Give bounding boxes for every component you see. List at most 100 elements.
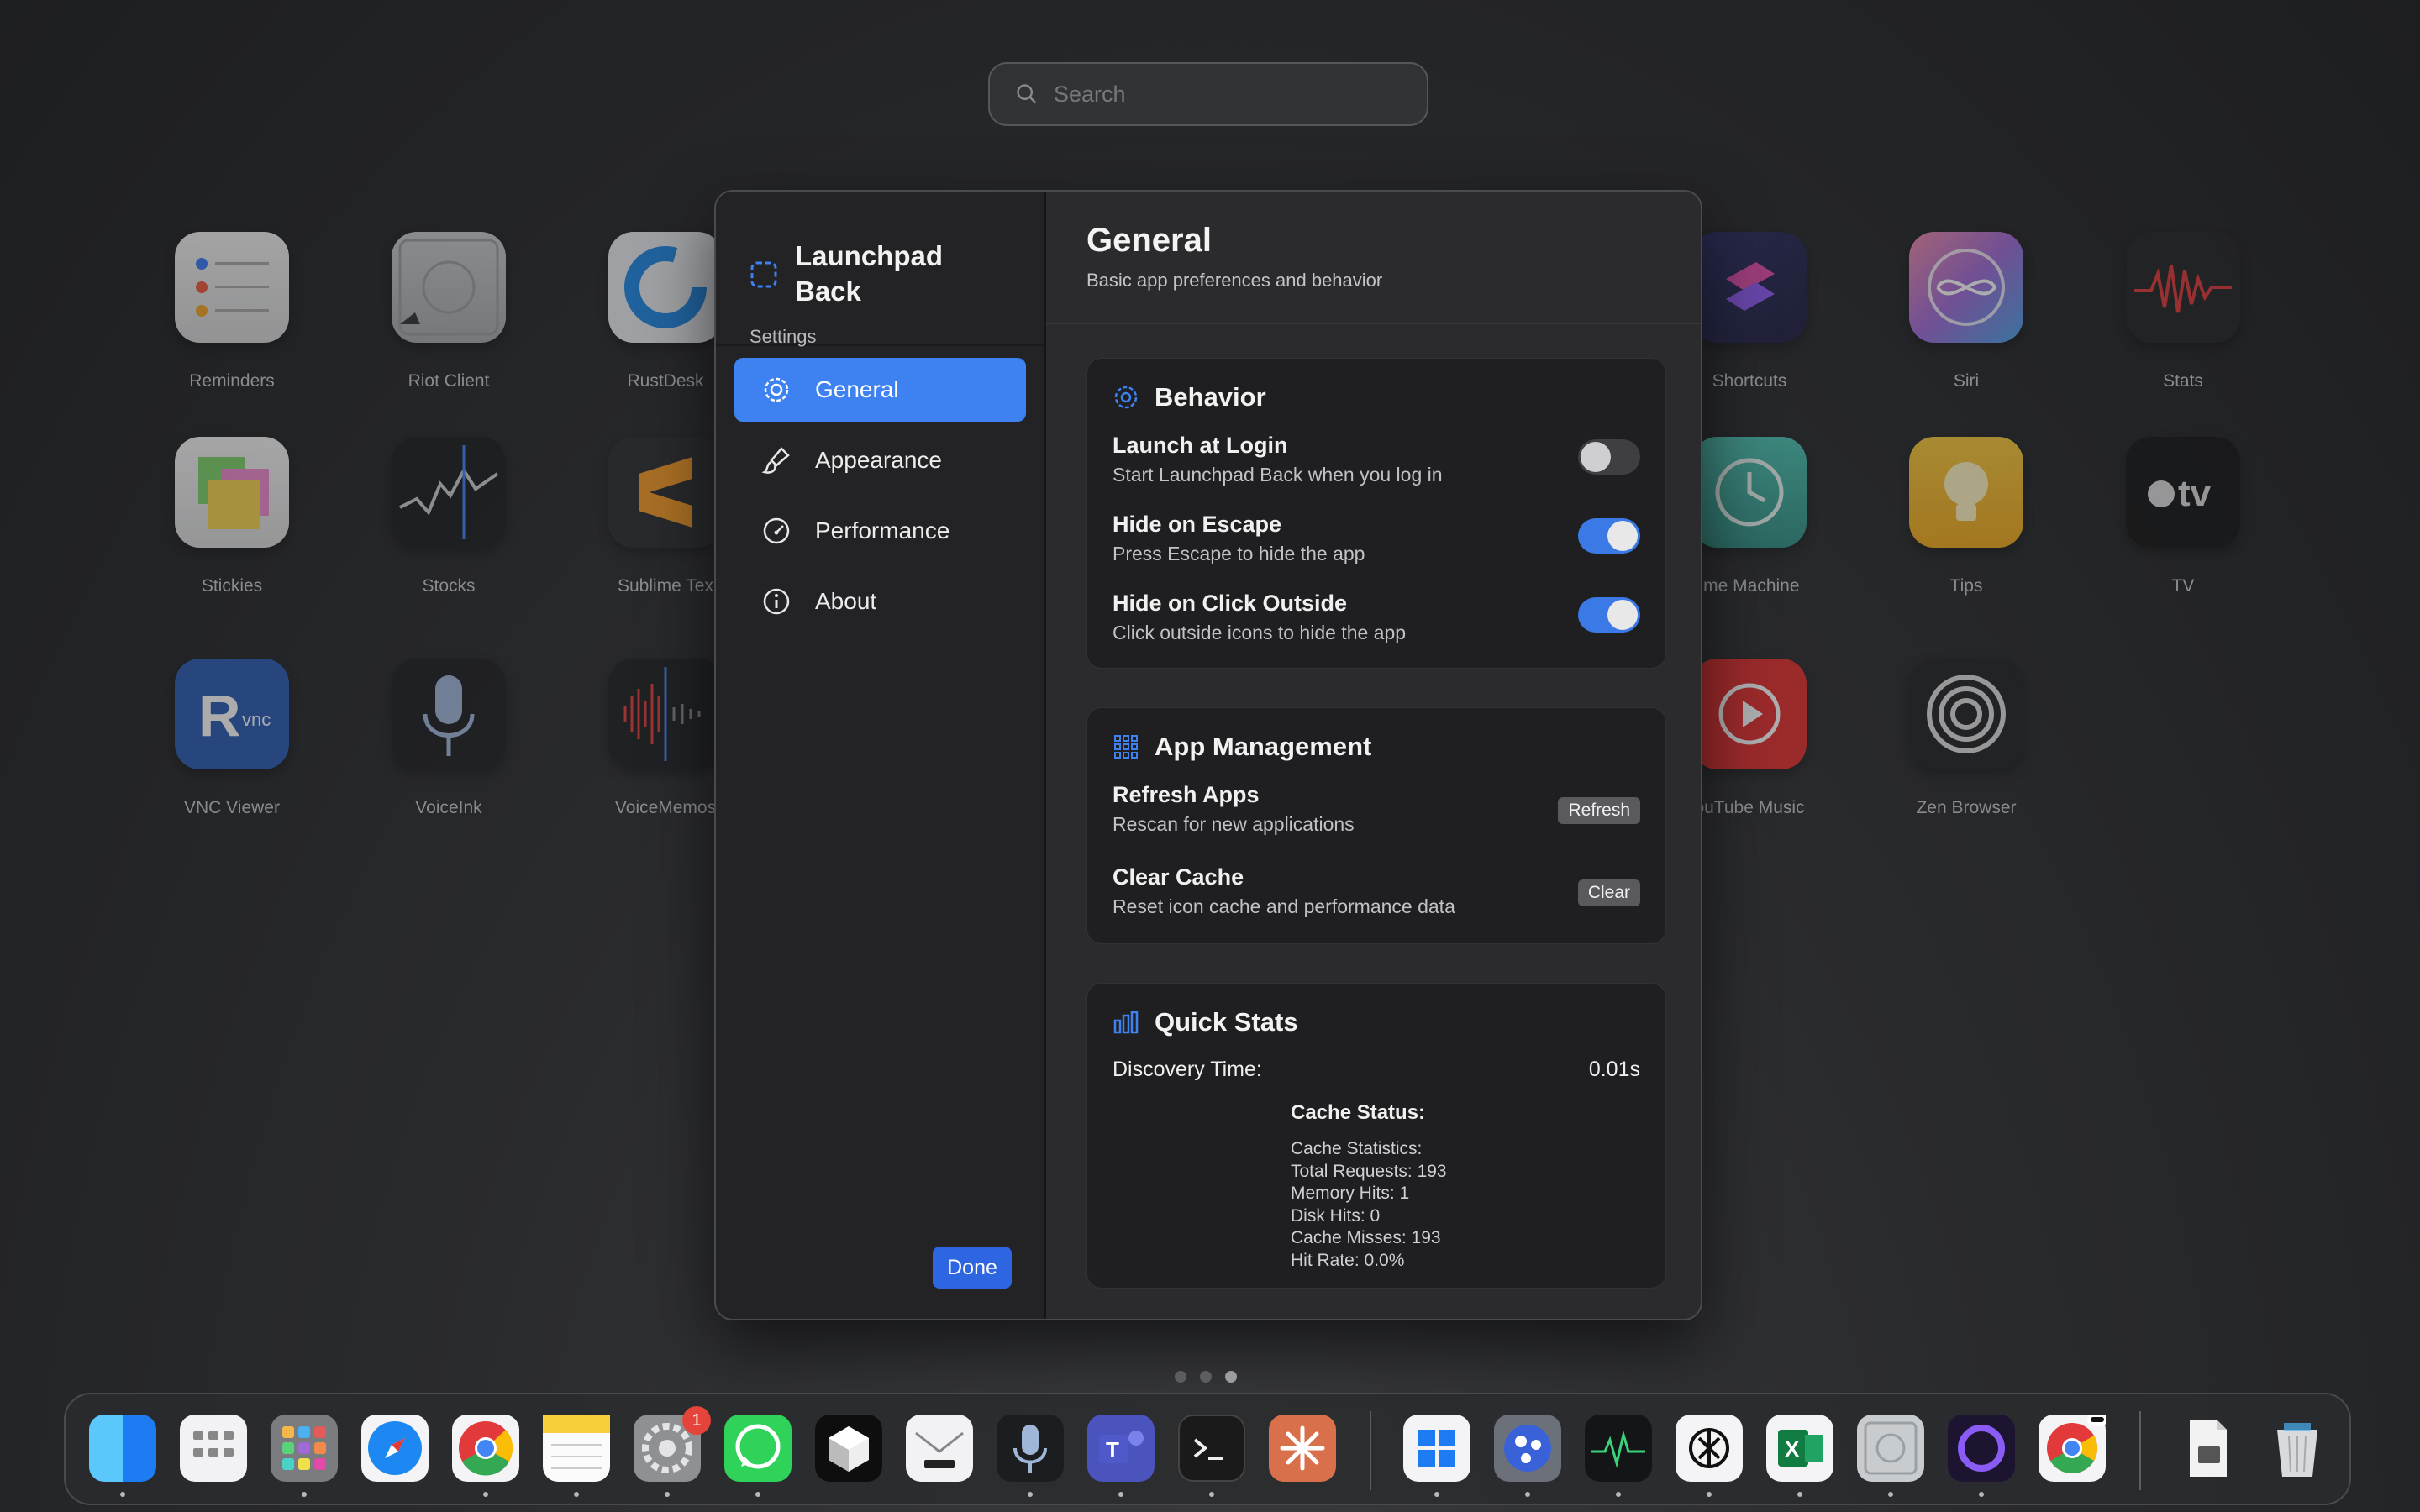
cache-line: Total Requests: 193 <box>1291 1161 1447 1181</box>
dock-separator <box>2139 1411 2141 1490</box>
app-management-card: App Management Refresh Apps Rescan for n… <box>1086 707 1666 944</box>
running-indicator <box>1616 1492 1621 1497</box>
running-indicator <box>1434 1492 1439 1497</box>
running-indicator <box>1979 1492 1984 1497</box>
setting-row-clear-cache: Clear Cache Reset icon cache and perform… <box>1113 864 1640 918</box>
app-reminders[interactable]: Reminders <box>139 232 324 391</box>
behavior-card: Behavior Launch at Login Start Launchpad… <box>1086 358 1666 669</box>
app-riot-client[interactable]: Riot Client <box>356 232 541 391</box>
chrome-icon[interactable] <box>452 1415 519 1482</box>
clear-button[interactable]: Clear <box>1577 879 1640 906</box>
running-indicator <box>1707 1492 1712 1497</box>
card-title: Quick Stats <box>1155 1007 1298 1037</box>
dock: 1 T X <box>64 1393 2351 1505</box>
cache-status: Cache Status: Cache Statistics: Total Re… <box>1291 1101 1447 1272</box>
excel-icon[interactable]: X <box>1766 1415 1833 1482</box>
launchpad-back-icon <box>750 261 777 288</box>
mail-icon[interactable] <box>906 1415 973 1482</box>
app-tv[interactable]: tv TV <box>2091 437 2275 596</box>
sidebar-item-appearance[interactable]: Appearance <box>734 428 1026 492</box>
voicememos-icon <box>608 659 723 769</box>
app-vnc-viewer[interactable]: Rvnc VNC Viewer <box>139 659 324 818</box>
sidebar-item-performance[interactable]: Performance <box>734 499 1026 563</box>
app-stickies[interactable]: Stickies <box>139 437 324 596</box>
page-dot-current[interactable] <box>1225 1371 1237 1383</box>
notes-icon[interactable] <box>543 1415 610 1482</box>
arc-browser-icon[interactable] <box>1948 1415 2015 1482</box>
setting-title: Hide on Escape <box>1113 512 1282 537</box>
chrome-profile-icon[interactable] <box>2039 1413 2107 1482</box>
terminal-icon[interactable] <box>1178 1415 1245 1482</box>
setting-title: Hide on Click Outside <box>1113 591 1348 616</box>
nodes-app-icon[interactable] <box>1494 1415 1561 1482</box>
launchpad-icon[interactable] <box>180 1415 247 1482</box>
time-machine-icon <box>1692 437 1807 548</box>
sidebar-item-label: General <box>815 376 899 402</box>
activity-monitor-icon[interactable] <box>1585 1415 1652 1482</box>
vnc-viewer-icon: Rvnc <box>175 659 289 769</box>
running-indicator <box>665 1492 670 1497</box>
document-stack-icon[interactable] <box>2173 1415 2240 1482</box>
app-siri[interactable]: Siri <box>1874 232 2059 391</box>
voiceink-dock-icon[interactable] <box>997 1415 1064 1482</box>
voiceink-icon <box>392 659 506 769</box>
riot-client-icon <box>392 232 506 343</box>
sidebar-item-general[interactable]: General <box>734 358 1026 422</box>
page-title: General <box>1086 222 1212 259</box>
setting-description: Reset icon cache and performance data <box>1113 895 1455 917</box>
app-label: VoiceInk <box>415 798 482 817</box>
whatsapp-icon[interactable] <box>724 1415 792 1482</box>
gear-icon <box>1114 386 1138 409</box>
app-label: Siri <box>1953 371 1980 391</box>
sidebar-header: Launchpad Back Settings <box>716 192 1044 347</box>
launch-at-login-toggle[interactable] <box>1578 439 1640 475</box>
windows-app-icon[interactable] <box>1403 1415 1470 1482</box>
discovery-time-row: Discovery Time: 0.01s <box>1113 1058 1640 1082</box>
apps-folder-icon[interactable] <box>271 1415 338 1482</box>
grid-icon <box>1114 735 1138 759</box>
quick-stats-card: Quick Stats Discovery Time: 0.01s Cache … <box>1086 983 1666 1289</box>
stocks-icon <box>392 437 506 548</box>
hide-on-click-outside-toggle[interactable] <box>1578 597 1640 633</box>
running-indicator <box>1888 1492 1893 1497</box>
notification-badge: 1 <box>682 1406 711 1435</box>
finder-icon[interactable] <box>89 1415 156 1482</box>
preview-app-icon[interactable] <box>1857 1415 1924 1482</box>
shortcuts-icon <box>1692 232 1807 343</box>
app-label: Tips <box>1949 576 1983 596</box>
refresh-button[interactable]: Refresh <box>1558 797 1640 824</box>
svg-text:R: R <box>198 683 241 748</box>
app-label: Stocks <box>422 576 476 596</box>
cube-app-icon[interactable] <box>815 1415 882 1482</box>
setting-description: Start Launchpad Back when you log in <box>1113 464 1443 486</box>
setting-row-launch-at-login: Launch at Login Start Launchpad Back whe… <box>1113 433 1640 486</box>
chatgpt-icon[interactable] <box>1676 1415 1743 1482</box>
app-stats[interactable]: Stats <box>2091 232 2275 391</box>
stats-icon <box>2126 232 2240 343</box>
page-dot[interactable] <box>1175 1371 1186 1383</box>
settings-main: General Basic app preferences and behavi… <box>1046 192 1701 1319</box>
stickies-icon <box>175 437 289 548</box>
system-settings-icon[interactable]: 1 <box>634 1406 711 1482</box>
app-tips[interactable]: Tips <box>1874 437 2059 596</box>
claude-icon[interactable] <box>1269 1415 1336 1482</box>
running-indicator <box>755 1492 760 1497</box>
page-dot[interactable] <box>1200 1371 1212 1383</box>
trash-icon[interactable] <box>2264 1415 2331 1482</box>
app-voiceink[interactable]: VoiceInk <box>356 659 541 818</box>
app-label: Riot Client <box>408 371 490 391</box>
app-label: Reminders <box>189 371 275 391</box>
tips-icon <box>1909 437 2023 548</box>
search-input[interactable] <box>1054 81 1390 108</box>
safari-icon[interactable] <box>361 1415 429 1482</box>
hide-on-escape-toggle[interactable] <box>1578 518 1640 554</box>
page-indicator[interactable] <box>1175 1371 1237 1383</box>
app-stocks[interactable]: Stocks <box>356 437 541 596</box>
app-zen-browser[interactable]: Zen Browser <box>1874 659 2059 818</box>
teams-icon[interactable]: T <box>1087 1415 1155 1482</box>
setting-title: Launch at Login <box>1113 433 1288 458</box>
settings-nav: General Appearance Performance About <box>716 346 1044 652</box>
launchpad-search[interactable] <box>988 62 1428 126</box>
sidebar-item-about[interactable]: About <box>734 570 1026 633</box>
done-button[interactable]: Done <box>933 1247 1012 1289</box>
